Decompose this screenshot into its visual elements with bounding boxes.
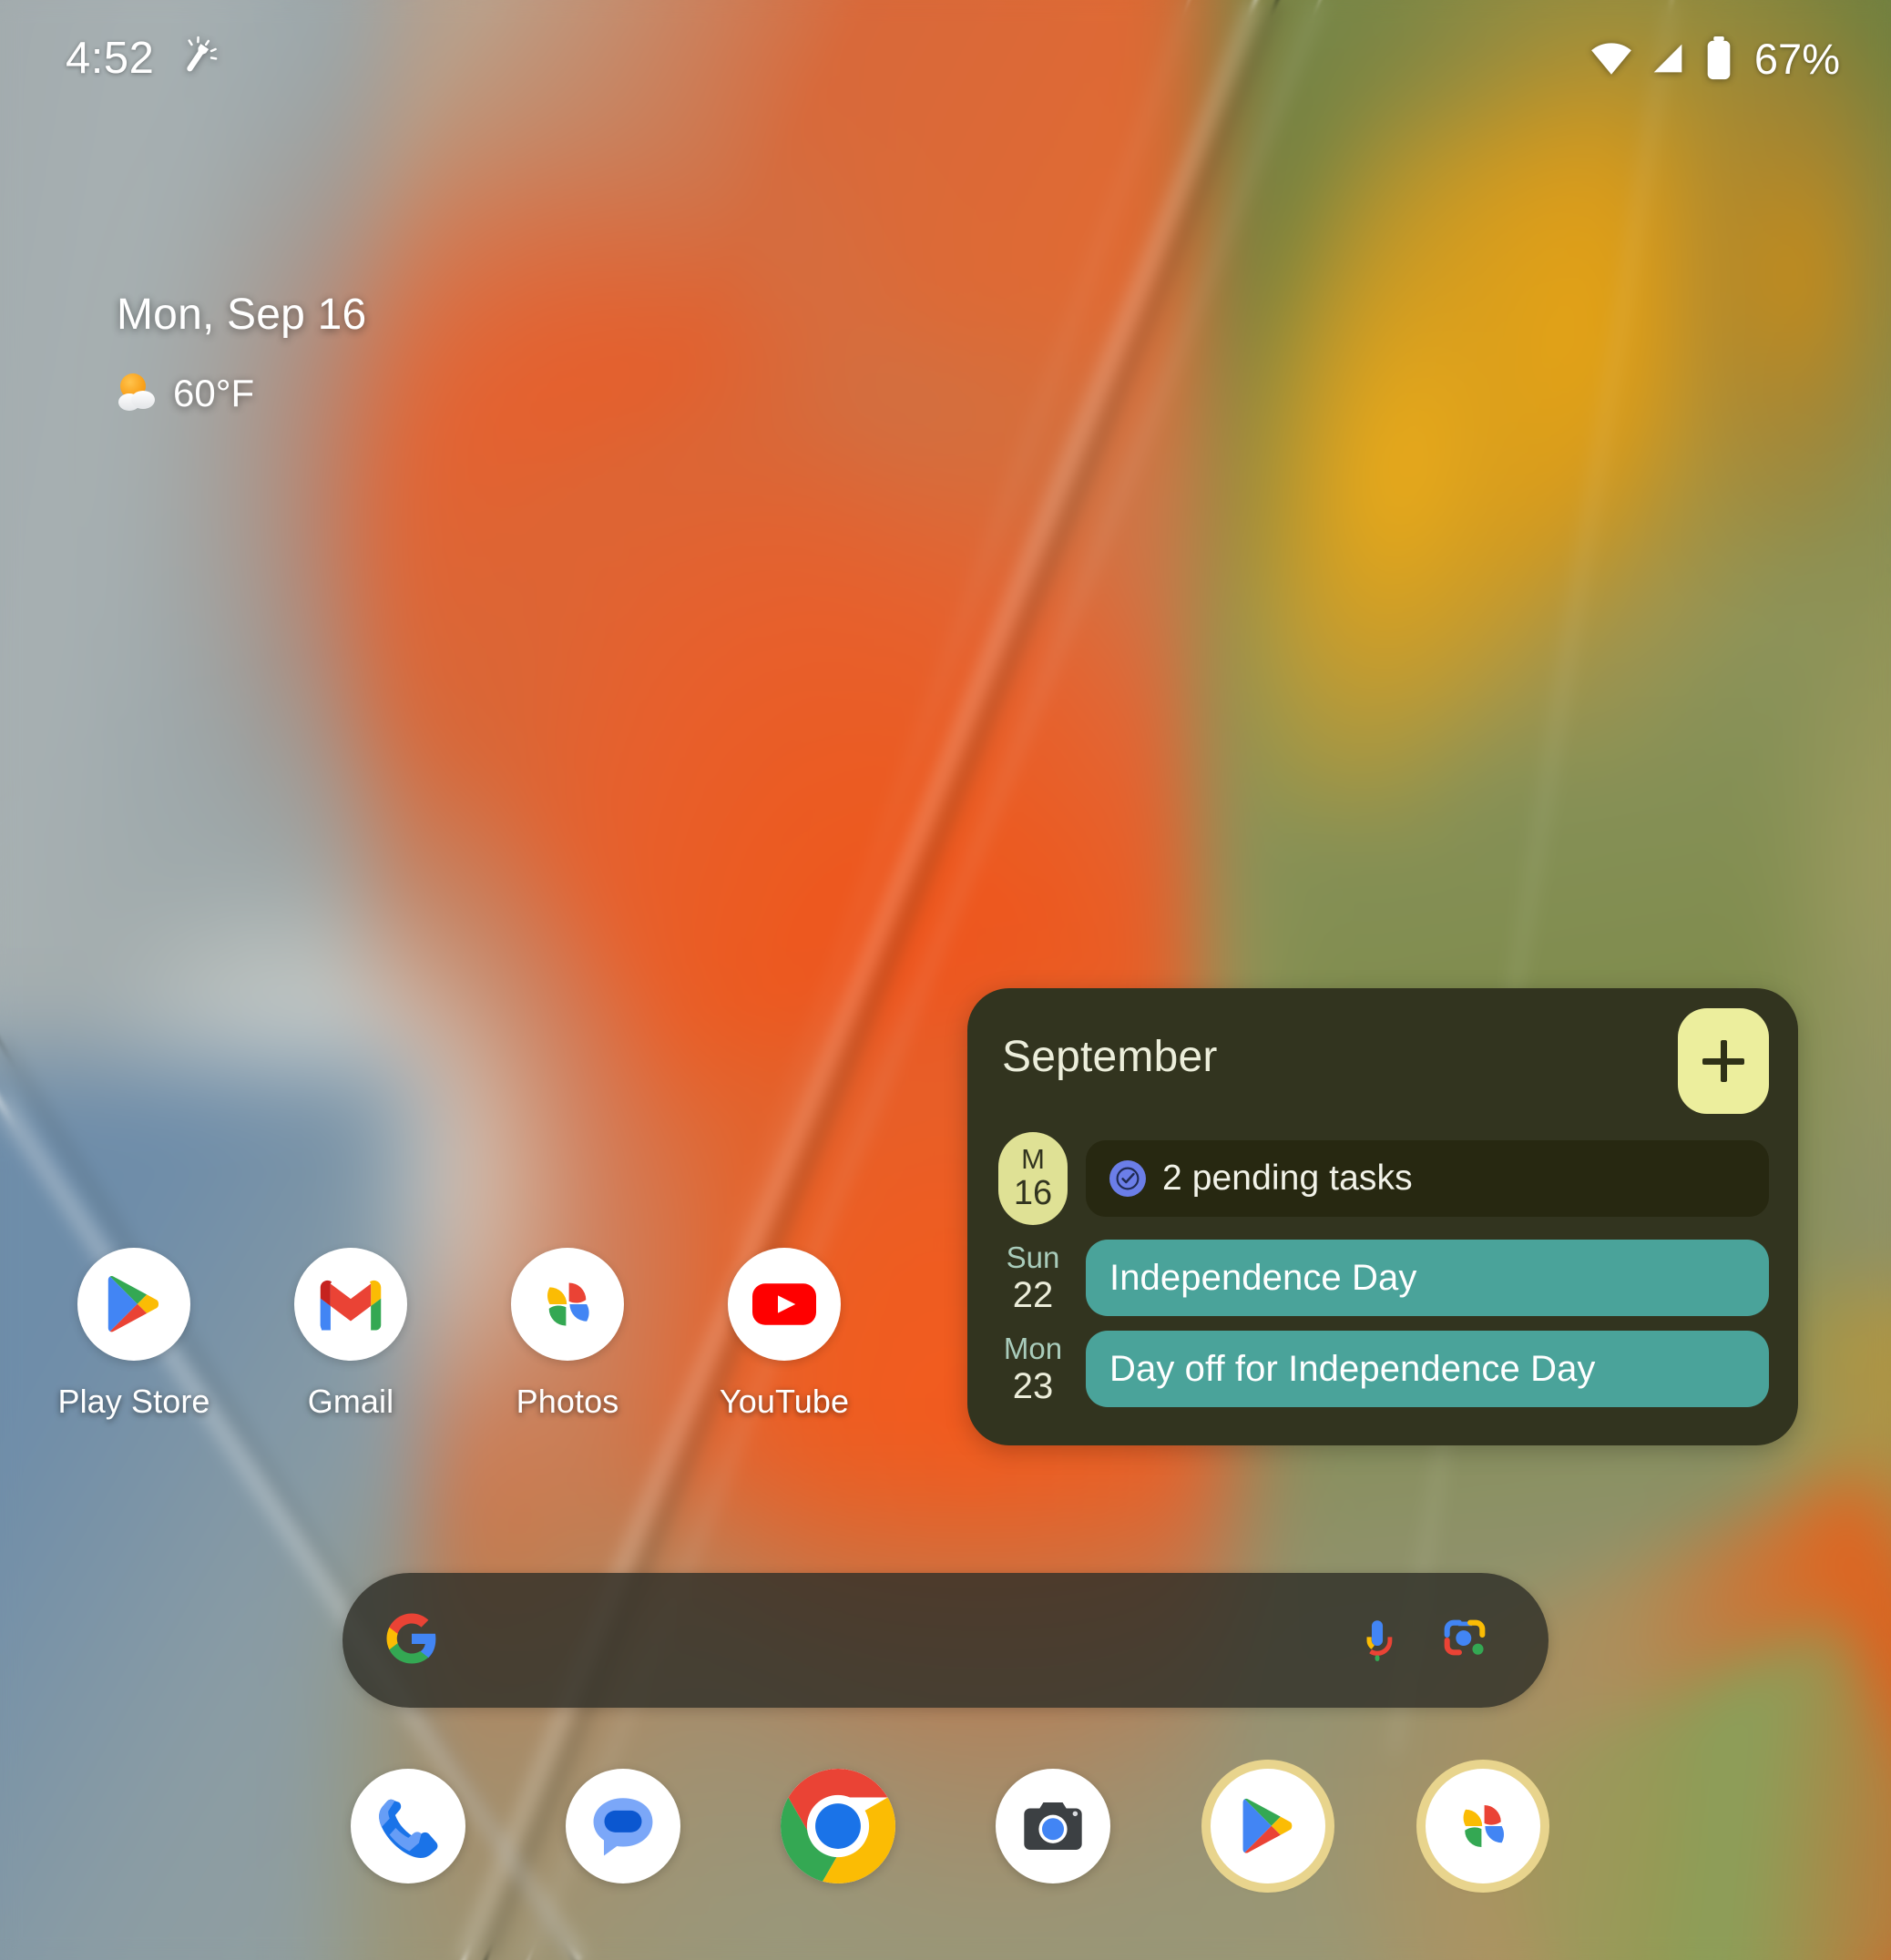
google-photos-icon[interactable] bbox=[511, 1248, 624, 1361]
google-lens-icon[interactable] bbox=[1421, 1614, 1508, 1667]
battery-percent-label: 67% bbox=[1753, 34, 1840, 83]
app-label: Photos bbox=[516, 1383, 619, 1420]
app-label: Gmail bbox=[307, 1383, 394, 1420]
messages-icon[interactable] bbox=[566, 1769, 680, 1883]
pending-tasks-label: 2 pending tasks bbox=[1162, 1159, 1413, 1199]
date-weather-widget[interactable]: Mon, Sep 16 60°F bbox=[117, 293, 366, 415]
wifi-icon bbox=[1589, 36, 1634, 81]
calendar-event-chip[interactable]: Day off for Independence Day bbox=[1086, 1331, 1769, 1408]
weather-row[interactable]: 60°F bbox=[117, 372, 366, 415]
home-screen-app-row: Play Store Gmail Photos YouTube bbox=[0, 1248, 923, 1421]
status-bar-left: 4:52 bbox=[66, 33, 220, 84]
calendar-date-column: Mon 23 bbox=[998, 1333, 1068, 1404]
date-label: Mon, Sep 16 bbox=[117, 291, 367, 339]
calendar-event-title: Independence Day bbox=[1109, 1257, 1417, 1298]
flashlight-on-icon bbox=[174, 36, 220, 81]
pending-tasks-chip[interactable]: 2 pending tasks bbox=[1086, 1140, 1769, 1218]
gmail-icon[interactable] bbox=[294, 1248, 407, 1361]
partly-cloudy-icon bbox=[117, 373, 158, 414]
calendar-date-column: Sun 22 bbox=[998, 1242, 1068, 1313]
status-bar-clock: 4:52 bbox=[66, 34, 155, 83]
play-store-icon[interactable] bbox=[77, 1248, 190, 1361]
plus-icon bbox=[1702, 1040, 1744, 1082]
calendar-month-label: September bbox=[1002, 1033, 1218, 1081]
youtube-icon[interactable] bbox=[728, 1248, 841, 1361]
app-shortcut-gmail[interactable]: Gmail bbox=[242, 1248, 459, 1421]
chrome-icon[interactable] bbox=[781, 1769, 895, 1883]
app-dock bbox=[0, 1769, 1891, 1883]
microphone-icon[interactable] bbox=[1334, 1614, 1421, 1667]
app-label: YouTube bbox=[719, 1383, 850, 1420]
calendar-day-number: 16 bbox=[1013, 1173, 1053, 1212]
google-search-bar[interactable] bbox=[342, 1573, 1549, 1708]
calendar-widget-header: September bbox=[967, 988, 1798, 1132]
temperature-label: 60°F bbox=[173, 372, 255, 414]
add-event-button[interactable] bbox=[1678, 1008, 1769, 1114]
status-bar-right: 67% bbox=[1589, 34, 1840, 84]
phone-icon[interactable] bbox=[351, 1769, 465, 1883]
calendar-day-number: 22 bbox=[1012, 1274, 1054, 1315]
calendar-widget[interactable]: September M 16 2 pending tasks Sun 22 In… bbox=[967, 988, 1798, 1445]
app-shortcut-photos[interactable]: Photos bbox=[459, 1248, 676, 1421]
calendar-day-of-week: M bbox=[1021, 1143, 1045, 1175]
app-label: Play Store bbox=[57, 1383, 210, 1420]
app-shortcut-youtube[interactable]: YouTube bbox=[676, 1248, 893, 1421]
cellular-signal-icon bbox=[1647, 37, 1689, 79]
app-shortcut-play-store[interactable]: Play Store bbox=[26, 1248, 242, 1421]
status-bar: 4:52 67% bbox=[0, 0, 1891, 117]
calendar-row-event-1[interactable]: Sun 22 Independence Day bbox=[967, 1240, 1798, 1317]
google-g-icon bbox=[384, 1611, 439, 1670]
calendar-day-number: 23 bbox=[1012, 1365, 1054, 1406]
calendar-row-event-2[interactable]: Mon 23 Day off for Independence Day bbox=[967, 1331, 1798, 1408]
calendar-day-pill: M 16 bbox=[998, 1132, 1068, 1226]
battery-icon bbox=[1702, 36, 1736, 81]
task-check-icon bbox=[1109, 1160, 1146, 1198]
calendar-day-of-week: Mon bbox=[1003, 1332, 1063, 1366]
calendar-row-today[interactable]: M 16 2 pending tasks bbox=[967, 1132, 1798, 1226]
calendar-day-of-week: Sun bbox=[1006, 1240, 1060, 1275]
calendar-event-chip[interactable]: Independence Day bbox=[1086, 1240, 1769, 1317]
camera-icon[interactable] bbox=[996, 1769, 1110, 1883]
play-store-icon[interactable] bbox=[1211, 1769, 1325, 1883]
calendar-event-title: Day off for Independence Day bbox=[1109, 1348, 1596, 1389]
google-photos-icon[interactable] bbox=[1426, 1769, 1540, 1883]
